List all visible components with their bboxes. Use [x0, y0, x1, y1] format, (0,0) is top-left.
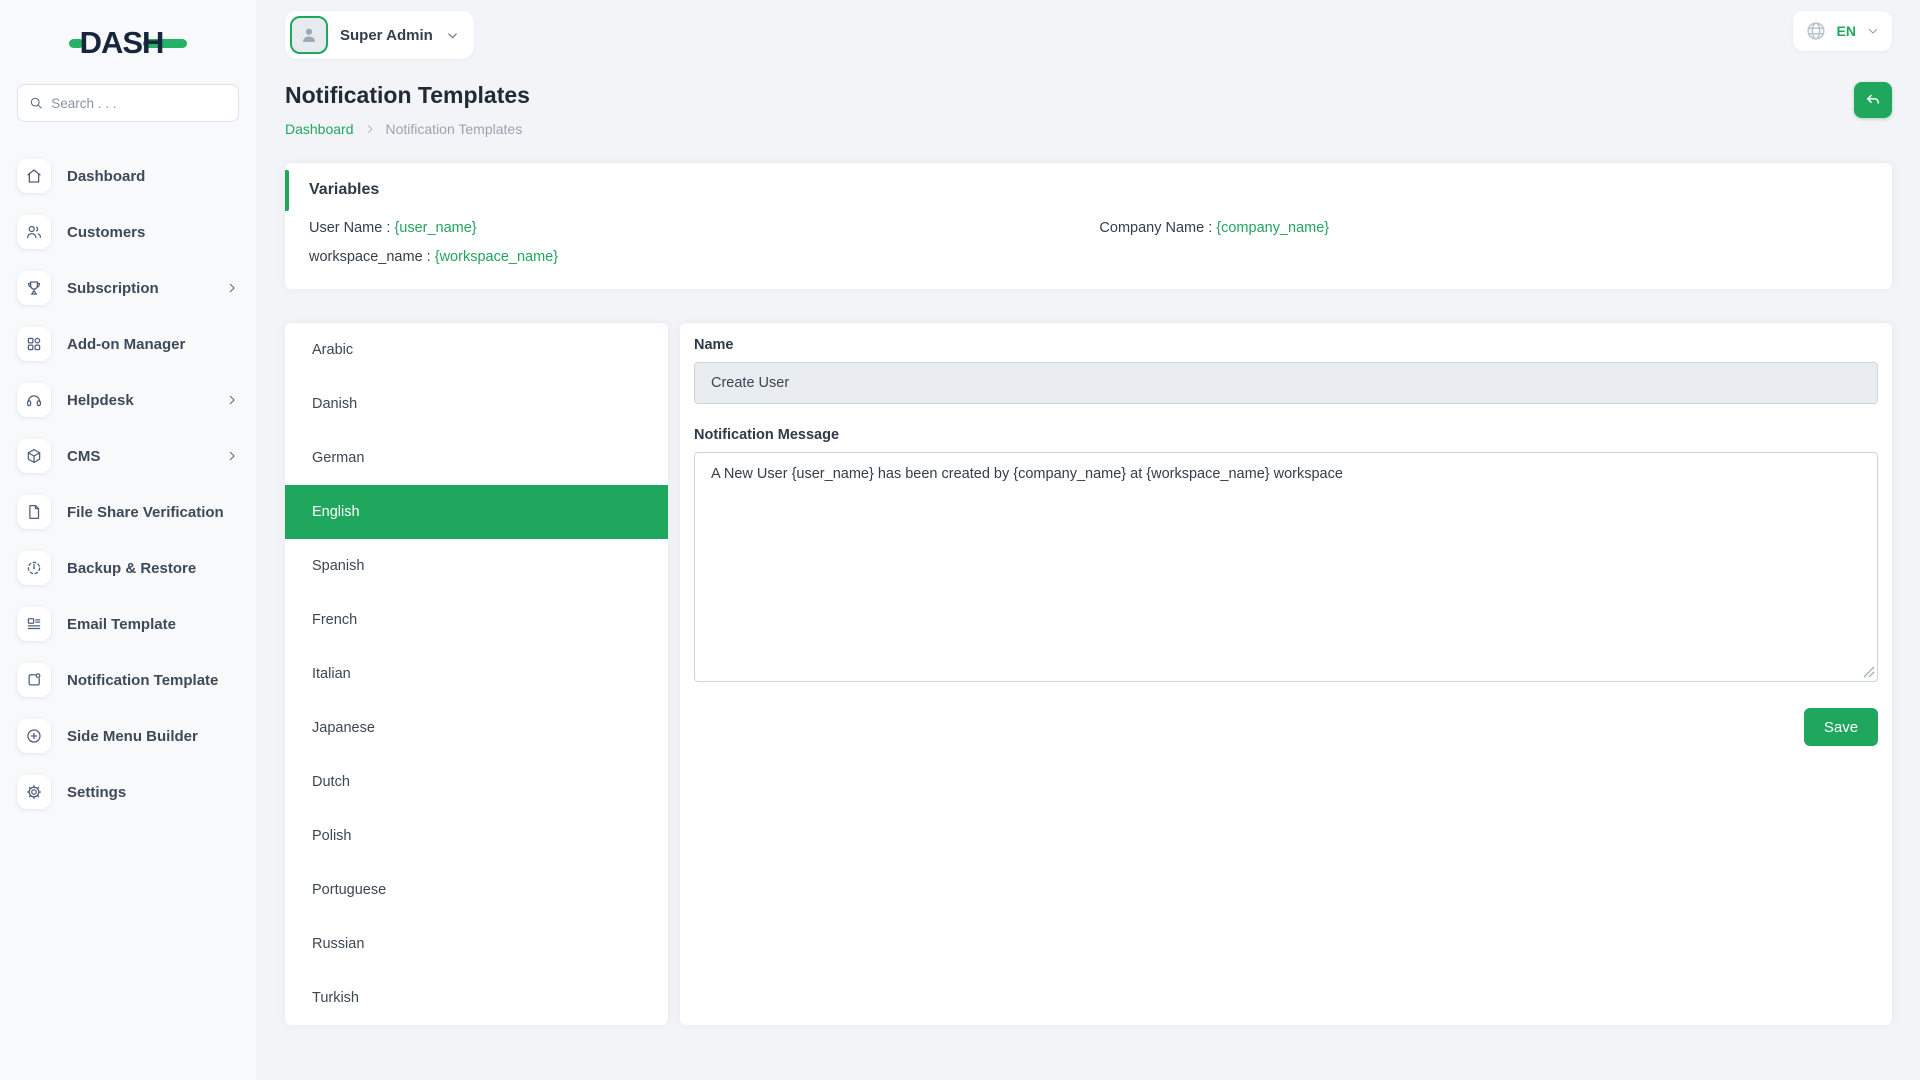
message-label: Notification Message	[694, 427, 1878, 443]
avatar	[290, 16, 328, 54]
chevron-down-icon	[445, 28, 460, 43]
variable-row: User Name : {user_name}	[309, 220, 1099, 236]
variables-grid: User Name : {user_name} Company Name : {…	[309, 220, 1868, 265]
language-item[interactable]: Russian	[285, 917, 668, 971]
chevron-right-icon	[225, 449, 239, 463]
language-item[interactable]: Italian	[285, 647, 668, 701]
notification-icon	[25, 671, 43, 689]
variable-token: {company_name}	[1216, 220, 1329, 236]
language-list: Arabic Danish German English Spanish Fre…	[285, 323, 668, 1025]
sidebar-item-email-template[interactable]: Email Template	[17, 596, 239, 652]
back-button[interactable]	[1854, 82, 1892, 118]
topbar: Super Admin EN	[285, 0, 1892, 70]
name-input[interactable]	[694, 362, 1878, 404]
package-icon	[25, 447, 43, 465]
language-item[interactable]: Portuguese	[285, 863, 668, 917]
variable-row: Company Name : {company_name}	[1099, 220, 1868, 236]
search-icon	[29, 95, 43, 111]
breadcrumb-dashboard[interactable]: Dashboard	[285, 121, 354, 137]
card-accent-bar	[285, 170, 289, 211]
restore-icon	[25, 559, 43, 577]
back-arrow-icon	[1864, 91, 1882, 109]
logo-text: DASH	[80, 25, 164, 61]
main-content: Super Admin EN Notification Templates Da…	[256, 0, 1920, 1080]
language-item[interactable]: Danish	[285, 377, 668, 431]
sidebar: DASH Dashboard Customers Subscription Ad…	[0, 0, 256, 1080]
chevron-down-icon	[1866, 24, 1880, 38]
sidebar-nav: Dashboard Customers Subscription Add-on …	[17, 148, 239, 820]
page-header: Notification Templates Dashboard Notific…	[285, 82, 1892, 137]
sidebar-item-cms[interactable]: CMS	[17, 428, 239, 484]
breadcrumb: Dashboard Notification Templates	[285, 121, 530, 137]
sidebar-item-file-share-verification[interactable]: File Share Verification	[17, 484, 239, 540]
plus-circle-icon	[25, 727, 43, 745]
template-editor: Arabic Danish German English Spanish Fre…	[285, 323, 1892, 1025]
language-item[interactable]: German	[285, 431, 668, 485]
message-textarea[interactable]: A New User {user_name} has been created …	[694, 452, 1878, 682]
users-icon	[25, 223, 43, 241]
language-item[interactable]: English	[285, 485, 668, 539]
variable-row: workspace_name : {workspace_name}	[309, 249, 1099, 265]
chevron-right-icon	[364, 123, 376, 135]
sidebar-item-helpdesk[interactable]: Helpdesk	[17, 372, 239, 428]
variable-token: {workspace_name}	[435, 249, 558, 265]
variables-title: Variables	[309, 181, 1868, 199]
file-icon	[25, 503, 43, 521]
sidebar-item-customers[interactable]: Customers	[17, 204, 239, 260]
sidebar-item-subscription[interactable]: Subscription	[17, 260, 239, 316]
language-selector[interactable]: EN	[1793, 11, 1892, 51]
home-icon	[25, 167, 43, 185]
sidebar-item-notification-template[interactable]: Notification Template	[17, 652, 239, 708]
language-item[interactable]: Spanish	[285, 539, 668, 593]
globe-icon	[1805, 20, 1827, 42]
sidebar-item-backup-restore[interactable]: Backup & Restore	[17, 540, 239, 596]
language-code: EN	[1837, 23, 1856, 39]
layout-icon	[25, 615, 43, 633]
chevron-right-icon	[225, 393, 239, 407]
headset-icon	[25, 391, 43, 409]
brand-logo: DASH	[62, 24, 194, 62]
sidebar-item-settings[interactable]: Settings	[17, 764, 239, 820]
language-item[interactable]: Polish	[285, 809, 668, 863]
variables-card: Variables User Name : {user_name} Compan…	[285, 163, 1892, 289]
template-form: Name Notification Message A New User {us…	[680, 323, 1892, 1025]
language-item[interactable]: Japanese	[285, 701, 668, 755]
chevron-right-icon	[225, 281, 239, 295]
name-label: Name	[694, 337, 1878, 353]
user-menu[interactable]: Super Admin	[285, 11, 474, 59]
grid-icon	[25, 335, 43, 353]
search-input[interactable]	[51, 96, 227, 111]
language-item[interactable]: French	[285, 593, 668, 647]
gear-icon	[25, 783, 43, 801]
user-menu-label: Super Admin	[340, 27, 433, 44]
sidebar-item-side-menu-builder[interactable]: Side Menu Builder	[17, 708, 239, 764]
breadcrumb-current: Notification Templates	[386, 121, 523, 137]
trophy-icon	[25, 279, 43, 297]
language-item[interactable]: Dutch	[285, 755, 668, 809]
variable-token: {user_name}	[394, 220, 476, 236]
page-title: Notification Templates	[285, 82, 530, 109]
language-item[interactable]: Arabic	[285, 323, 668, 377]
save-button[interactable]: Save	[1804, 708, 1878, 746]
sidebar-search[interactable]	[17, 84, 239, 122]
language-item[interactable]: Turkish	[285, 971, 668, 1025]
sidebar-item-addon-manager[interactable]: Add-on Manager	[17, 316, 239, 372]
sidebar-item-dashboard[interactable]: Dashboard	[17, 148, 239, 204]
